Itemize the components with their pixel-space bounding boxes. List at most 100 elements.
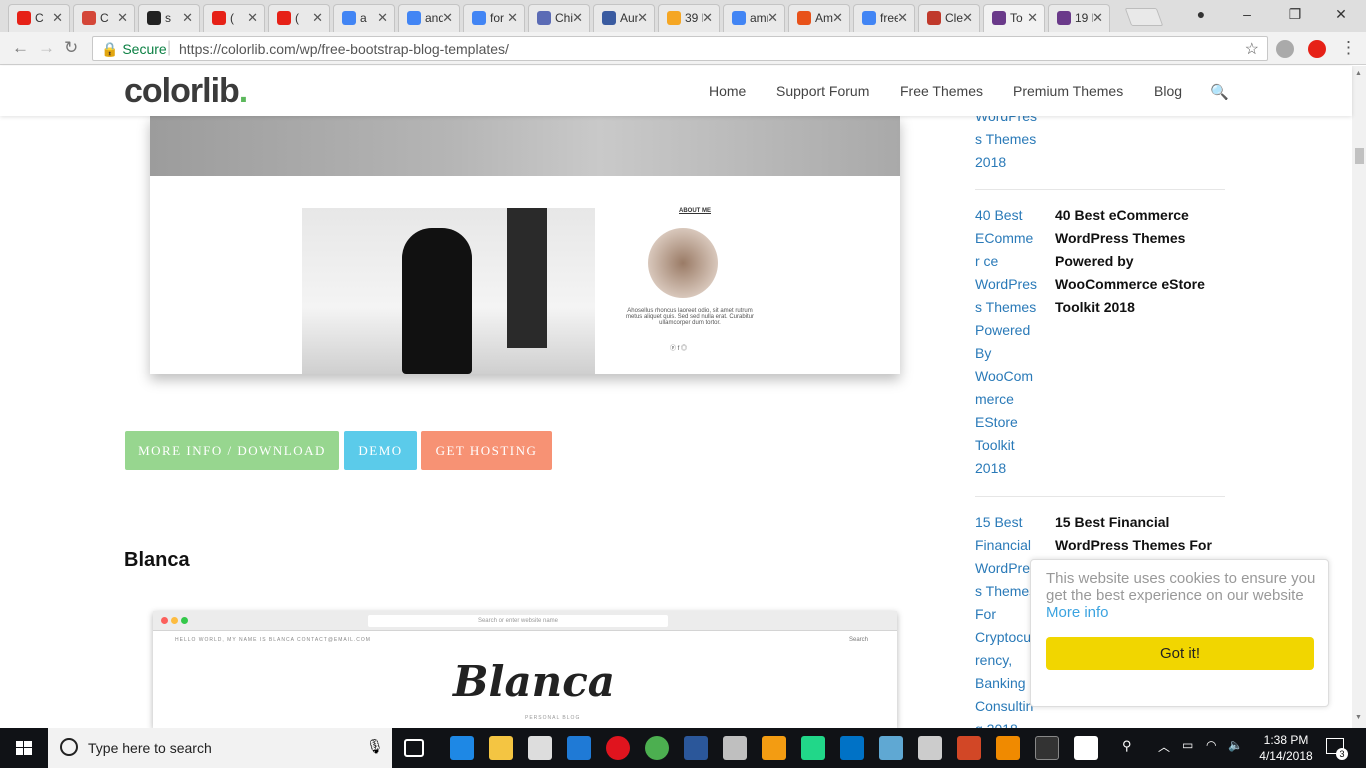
sidebar-item-image-alt[interactable]: 15 Best Financial WordPres s Themes For … <box>975 511 1037 728</box>
nav-support-forum[interactable]: Support Forum <box>776 83 869 99</box>
profile-icon[interactable]: ● <box>1186 6 1216 22</box>
system-clock[interactable]: 1:38 PM 4/14/2018 <box>1254 732 1318 764</box>
browser-tab[interactable]: Chie✕ <box>528 4 590 32</box>
microphone-icon[interactable]: 🎙 <box>366 738 384 755</box>
photos-icon[interactable] <box>918 736 942 760</box>
about-text: Ahosellus rhoncus laoreet odio, sit amet… <box>625 308 755 326</box>
task-view-icon[interactable] <box>404 739 424 757</box>
tab-title: ( <box>295 11 299 25</box>
pycharm-icon[interactable] <box>801 736 825 760</box>
start-button[interactable] <box>0 728 48 768</box>
clapper-icon[interactable] <box>1074 736 1098 760</box>
cookie-message: This website uses cookies to ensure you … <box>1046 570 1316 621</box>
opera-extension-icon[interactable] <box>1308 40 1326 58</box>
close-tab-icon[interactable]: ✕ <box>637 10 648 26</box>
demo-button[interactable]: DEMO <box>344 431 417 470</box>
browser-tab[interactable]: 39 Fa✕ <box>658 4 720 32</box>
bookmark-star-icon[interactable]: ☆ <box>1245 39 1259 59</box>
close-tab-icon[interactable]: ✕ <box>507 10 518 26</box>
app-icon[interactable] <box>567 736 591 760</box>
scroll-down-icon[interactable]: ▼ <box>1355 714 1362 721</box>
browser-tab[interactable]: C ✕ <box>8 4 70 32</box>
close-tab-icon[interactable]: ✕ <box>572 10 583 26</box>
browser-tab[interactable]: To ✕ <box>983 4 1045 32</box>
minimize-icon[interactable]: – <box>1232 6 1262 22</box>
close-tab-icon[interactable]: ✕ <box>897 10 908 26</box>
tray-chevron-icon[interactable]: ︿ <box>1158 738 1170 755</box>
back-icon[interactable]: ← <box>12 38 29 58</box>
reload-icon[interactable]: ↻ <box>64 38 78 58</box>
cookie-more-info-link[interactable]: More info <box>1046 604 1109 621</box>
close-tab-icon[interactable]: ✕ <box>117 10 128 26</box>
sidebar-item-image-alt[interactable]: 40 Best ECommer ce WordPres s Themes Pow… <box>975 204 1037 480</box>
outlook-icon[interactable] <box>840 736 864 760</box>
restore-icon[interactable]: ❐ <box>1280 6 1310 23</box>
page-scrollbar[interactable]: ▲ ▼ <box>1352 66 1366 728</box>
forward-icon[interactable]: → <box>38 38 55 58</box>
browser-tab[interactable]: andy✕ <box>398 4 460 32</box>
close-tab-icon[interactable]: ✕ <box>1027 10 1038 26</box>
close-tab-icon[interactable]: ✕ <box>377 10 388 26</box>
volume-icon[interactable]: 🔈 <box>1228 738 1243 752</box>
browser-tab[interactable]: free✕ <box>853 4 915 32</box>
browser-tab[interactable]: a ✕ <box>333 4 395 32</box>
browser-tab[interactable]: 19 Be✕ <box>1048 4 1110 32</box>
close-tab-icon[interactable]: ✕ <box>182 10 193 26</box>
file-explorer-icon[interactable] <box>489 736 513 760</box>
browser-tab[interactable]: Clear✕ <box>918 4 980 32</box>
close-tab-icon[interactable]: ✕ <box>52 10 63 26</box>
scroll-up-icon[interactable]: ▲ <box>1355 70 1362 77</box>
cookie-accept-button[interactable]: Got it! <box>1046 637 1314 670</box>
powerpoint-icon[interactable] <box>957 736 981 760</box>
close-tab-icon[interactable]: ✕ <box>832 10 843 26</box>
edge-icon[interactable] <box>450 736 474 760</box>
sidebar-item-title[interactable]: 40 Best eCommerce WordPress Themes Power… <box>1055 204 1225 319</box>
opera-icon[interactable] <box>606 736 630 760</box>
sidebar-item-title[interactable]: 15 Best Financial WordPress Themes For <box>1055 511 1225 557</box>
taskbar-search-box[interactable]: Type here to search 🎙 <box>48 728 392 768</box>
close-tab-icon[interactable]: ✕ <box>702 10 713 26</box>
new-tab-button[interactable] <box>1124 8 1164 26</box>
browser-tab[interactable]: Amm✕ <box>788 4 850 32</box>
more-info-download-button[interactable]: MORE INFO / DOWNLOAD <box>125 431 339 470</box>
browser-tab[interactable]: C ✕ <box>73 4 135 32</box>
close-tab-icon[interactable]: ✕ <box>962 10 973 26</box>
site-logo[interactable]: colorlib. <box>124 72 248 111</box>
nav-blog[interactable]: Blog <box>1154 83 1182 99</box>
browser-tab[interactable]: Aunt✕ <box>593 4 655 32</box>
paint-icon[interactable] <box>723 736 747 760</box>
close-tab-icon[interactable]: ✕ <box>767 10 778 26</box>
chrome-icon[interactable] <box>645 736 669 760</box>
get-hosting-button[interactable]: GET HOSTING <box>421 431 552 470</box>
close-window-icon[interactable]: ✕ <box>1326 6 1356 23</box>
tab-title: amm <box>750 11 768 25</box>
mail-icon[interactable] <box>528 736 552 760</box>
browser-tab[interactable]: s ✕ <box>138 4 200 32</box>
close-tab-icon[interactable]: ✕ <box>1092 10 1103 26</box>
close-tab-icon[interactable]: ✕ <box>442 10 453 26</box>
terminal-icon[interactable] <box>1035 736 1059 760</box>
nav-free-themes[interactable]: Free Themes <box>900 83 983 99</box>
people-icon[interactable]: ⚲ <box>1122 738 1132 754</box>
nav-home[interactable]: Home <box>709 83 746 99</box>
preview-browser-bar: Search or enter website name <box>153 611 897 631</box>
close-tab-icon[interactable]: ✕ <box>247 10 258 26</box>
cortana-icon <box>60 738 78 756</box>
browser-tab[interactable]: for h✕ <box>463 4 525 32</box>
battery-icon[interactable]: ▭ <box>1182 738 1193 752</box>
extension-icon[interactable] <box>1276 40 1294 58</box>
app-icon[interactable] <box>879 736 903 760</box>
menu-icon[interactable]: ⋮ <box>1340 38 1357 58</box>
url-input[interactable]: 🔒 Secure | https://colorlib.com/wp/free-… <box>92 36 1268 61</box>
sublime-icon[interactable] <box>762 736 786 760</box>
vlc-icon[interactable] <box>996 736 1020 760</box>
wifi-icon[interactable]: ◠ <box>1206 738 1216 752</box>
browser-tab[interactable]: (✕ <box>268 4 330 32</box>
close-tab-icon[interactable]: ✕ <box>312 10 323 26</box>
browser-tab[interactable]: amm✕ <box>723 4 785 32</box>
word-icon[interactable] <box>684 736 708 760</box>
nav-premium-themes[interactable]: Premium Themes <box>1013 83 1123 99</box>
search-icon[interactable]: 🔍 <box>1210 83 1229 101</box>
scrollbar-thumb[interactable] <box>1355 148 1364 164</box>
browser-tab[interactable]: (✕ <box>203 4 265 32</box>
